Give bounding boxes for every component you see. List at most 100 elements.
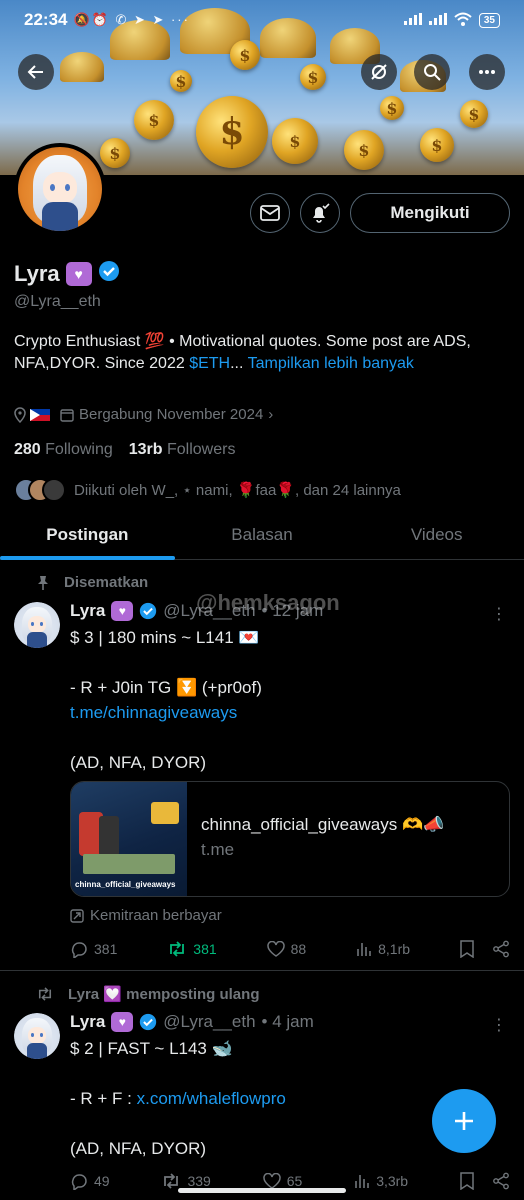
reply-button[interactable]: 49: [70, 1172, 110, 1190]
post-more-button[interactable]: ⋮: [491, 604, 507, 624]
like-button[interactable]: 65: [262, 1173, 302, 1189]
link-preview-title: chinna_official_giveaways 🫶📣: [201, 815, 445, 834]
home-indicator[interactable]: [178, 1188, 346, 1193]
repost-count: 339: [187, 1173, 211, 1189]
joined-date[interactable]: Bergabung November 2024 ›: [60, 406, 273, 423]
share-icon[interactable]: [492, 1172, 510, 1190]
repost-button[interactable]: 381: [167, 941, 217, 957]
verified-badge-icon: [98, 260, 120, 287]
repost-count: 381: [193, 941, 217, 957]
followed-by[interactable]: Diikuti oleh W_, ⋆ nami, 🌹faa🌹, dan 24 l…: [14, 478, 401, 502]
watermark-text: @hemksagon: [196, 590, 340, 615]
post-line: - R + F :: [70, 1089, 137, 1108]
profile-bio: Crypto Enthusiast 💯 • Motivational quote…: [14, 331, 504, 375]
search-icon: [424, 64, 441, 81]
bell-check-icon: [313, 203, 330, 223]
heart-outline-icon: [266, 941, 285, 957]
profile-tabs: Postingan Balasan Videos: [0, 510, 524, 560]
post-line: $ 3 | 180 mins ~ L141 💌: [70, 628, 260, 647]
post-line: - R + J0in TG ⏬ (+pr0of): [70, 678, 262, 697]
views-count: 8,1rb: [378, 941, 411, 957]
bookmark-icon[interactable]: [460, 940, 474, 958]
reply-icon: [71, 1174, 87, 1190]
envelope-icon: [260, 205, 280, 221]
repost-button[interactable]: 339: [161, 1173, 211, 1189]
tab-postingan[interactable]: Postingan: [0, 510, 175, 560]
post-line: (AD, NFA, DYOR): [70, 753, 207, 772]
paid-partnership-icon: [70, 908, 84, 923]
like-count: 88: [290, 941, 307, 957]
following-count[interactable]: 280 Following: [14, 441, 113, 459]
views-count: 3,3rb: [376, 1173, 409, 1189]
followers-count[interactable]: 13rb Followers: [129, 441, 236, 459]
post-avatar[interactable]: [14, 602, 60, 648]
bookmark-icon[interactable]: [460, 1172, 474, 1190]
notifications-button[interactable]: [300, 193, 340, 233]
post-actions: 381 381 88 8,1rb: [70, 940, 510, 958]
post-link[interactable]: t.me/chinnagiveaways: [70, 700, 510, 725]
calendar-icon: [60, 408, 74, 422]
repost-icon: [164, 1173, 179, 1189]
chevron-right-icon: ›: [268, 406, 274, 423]
post-time: • 4 jam: [261, 1012, 314, 1031]
share-icon[interactable]: [492, 940, 510, 958]
compose-post-button[interactable]: [432, 1089, 496, 1153]
post-author-handle: @Lyra__eth: [163, 1012, 256, 1031]
tab-videos[interactable]: Videos: [349, 510, 524, 559]
views-button[interactable]: 8,1rb: [356, 941, 410, 957]
battery-icon: 35: [478, 12, 500, 28]
location-pin-icon: [14, 406, 26, 423]
reply-count: 49: [94, 1173, 110, 1189]
post-author-name[interactable]: Lyra: [70, 601, 105, 621]
link-preview-card[interactable]: chinna_official_giveaways chinna_officia…: [70, 781, 510, 897]
tab-balasan[interactable]: Balasan: [175, 510, 350, 559]
followed-by-text: Diikuti oleh W_, ⋆ nami, 🌹faa🌹, dan 24 l…: [74, 482, 401, 499]
paid-partnership-text: Kemitraan berbayar: [90, 907, 222, 924]
show-more-link[interactable]: Tampilkan lebih banyak: [248, 355, 414, 372]
post-author-name[interactable]: Lyra: [70, 1012, 105, 1032]
paid-partnership-label: Kemitraan berbayar: [70, 907, 222, 924]
plus-icon: [455, 1112, 473, 1130]
notification-icons: 🔕⏰ ✆ ➤ ➤ ···: [73, 12, 190, 27]
grok-icon: [371, 64, 387, 80]
views-button[interactable]: 3,3rb: [354, 1173, 408, 1189]
post-divider: [0, 970, 524, 971]
reply-count: 381: [94, 941, 118, 957]
signal-icon-2: [428, 12, 447, 28]
verified-badge-icon: [140, 1013, 157, 1031]
profile-handle: @Lyra__eth: [14, 293, 101, 310]
grok-button[interactable]: [361, 54, 397, 90]
more-options-button[interactable]: [469, 54, 505, 90]
search-button[interactable]: [414, 54, 450, 90]
post-link[interactable]: x.com/whaleflowpro: [137, 1089, 286, 1108]
repost-context-label[interactable]: Lyra 💟 memposting ulang: [68, 985, 259, 1003]
cashtag-link[interactable]: $ETH: [189, 355, 230, 372]
link-preview-domain: t.me: [201, 840, 235, 859]
back-button[interactable]: [18, 54, 54, 90]
link-preview-image-caption: chinna_official_giveaways: [75, 880, 176, 889]
repost-icon: [170, 941, 185, 957]
views-chart-icon: [357, 943, 371, 956]
repost-icon: [38, 987, 52, 1001]
status-time: 22:34: [24, 10, 68, 29]
profile-name: Lyra: [14, 260, 60, 286]
post-avatar[interactable]: [14, 1013, 60, 1059]
following-button[interactable]: Mengikuti: [350, 193, 510, 233]
pinned-context: Disematkan: [36, 574, 148, 591]
wifi-icon: [454, 12, 472, 29]
status-bar: 22:34 🔕⏰ ✆ ➤ ➤ ··· 35: [0, 0, 524, 40]
pinned-label: Disematkan: [64, 574, 149, 591]
joined-label: Bergabung November 2024: [79, 406, 264, 423]
reply-button[interactable]: 381: [70, 940, 117, 958]
post-more-button[interactable]: ⋮: [491, 1015, 507, 1035]
post-text: $ 3 | 180 mins ~ L141 💌 - R + J0in TG ⏬ …: [70, 625, 510, 775]
bio-ellipsis: ...: [230, 355, 244, 372]
heart-emoji-icon: ♥: [111, 1012, 134, 1032]
more-horizontal-icon: [479, 70, 495, 74]
post-header: Lyra ♥ @Lyra__eth • 4 jam: [70, 1012, 314, 1032]
profile-avatar[interactable]: [14, 143, 106, 235]
arrow-left-icon: [27, 65, 43, 79]
message-button[interactable]: [250, 193, 290, 233]
post-line: $ 2 | FAST ~ L143 🐋: [70, 1039, 233, 1058]
like-button[interactable]: 88: [266, 941, 307, 957]
